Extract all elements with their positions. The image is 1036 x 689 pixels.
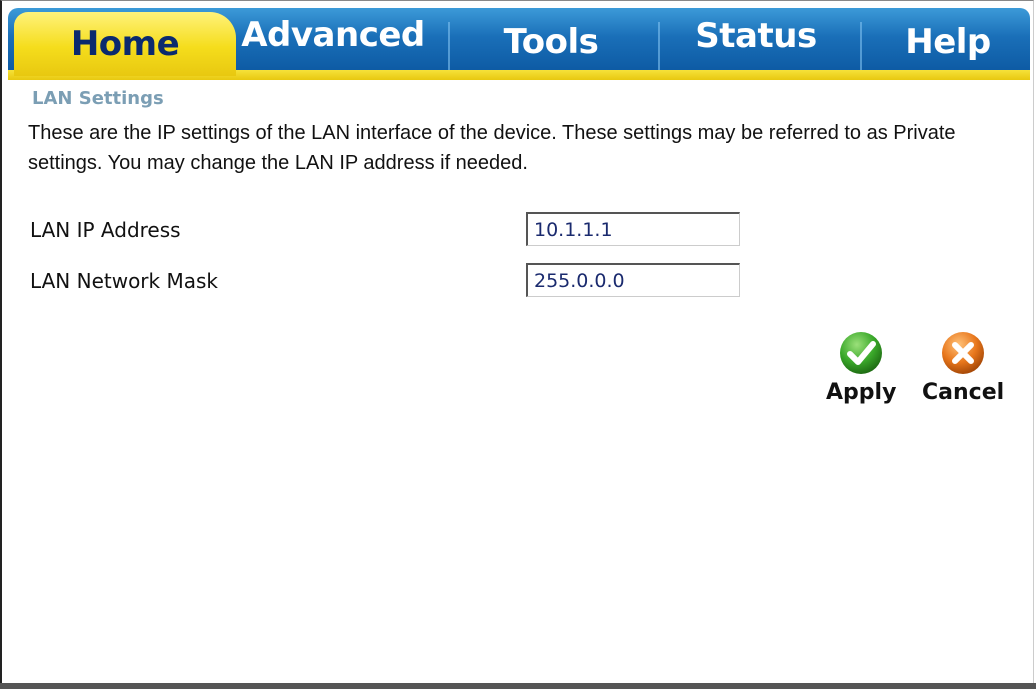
section-title: LAN Settings	[32, 88, 164, 109]
cancel-label: Cancel	[922, 380, 1005, 405]
lan-mask-input[interactable]	[526, 263, 740, 297]
apply-button[interactable]: Apply	[826, 330, 896, 405]
tab-separator	[448, 22, 450, 70]
lan-ip-input[interactable]	[526, 212, 740, 246]
apply-label: Apply	[826, 380, 897, 405]
checkmark-icon	[840, 332, 883, 374]
tab-advanced[interactable]: Advanced	[240, 10, 426, 60]
bottom-border	[0, 683, 1036, 689]
cancel-button[interactable]: Cancel	[922, 330, 1004, 405]
top-navigation-tabs: Home Advanced Tools Status Help	[8, 8, 1030, 80]
tab-separator	[658, 22, 660, 70]
section-description: These are the IP settings of the LAN int…	[28, 122, 956, 174]
lan-ip-label: LAN IP Address	[30, 218, 181, 242]
tab-home[interactable]: Home	[14, 12, 236, 76]
tab-tools[interactable]: Tools	[456, 12, 646, 72]
tab-status[interactable]: Status	[666, 10, 846, 62]
tab-help[interactable]: Help	[868, 12, 1028, 72]
lan-mask-label: LAN Network Mask	[30, 269, 218, 293]
tab-separator	[860, 22, 862, 70]
x-icon	[942, 332, 985, 374]
